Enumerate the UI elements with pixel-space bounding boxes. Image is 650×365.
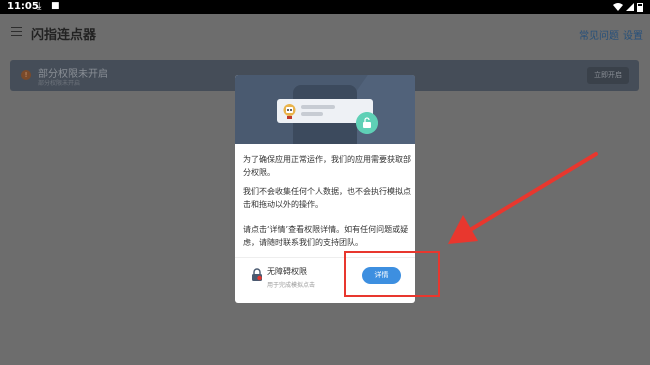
annotation-arrow: [448, 152, 598, 244]
